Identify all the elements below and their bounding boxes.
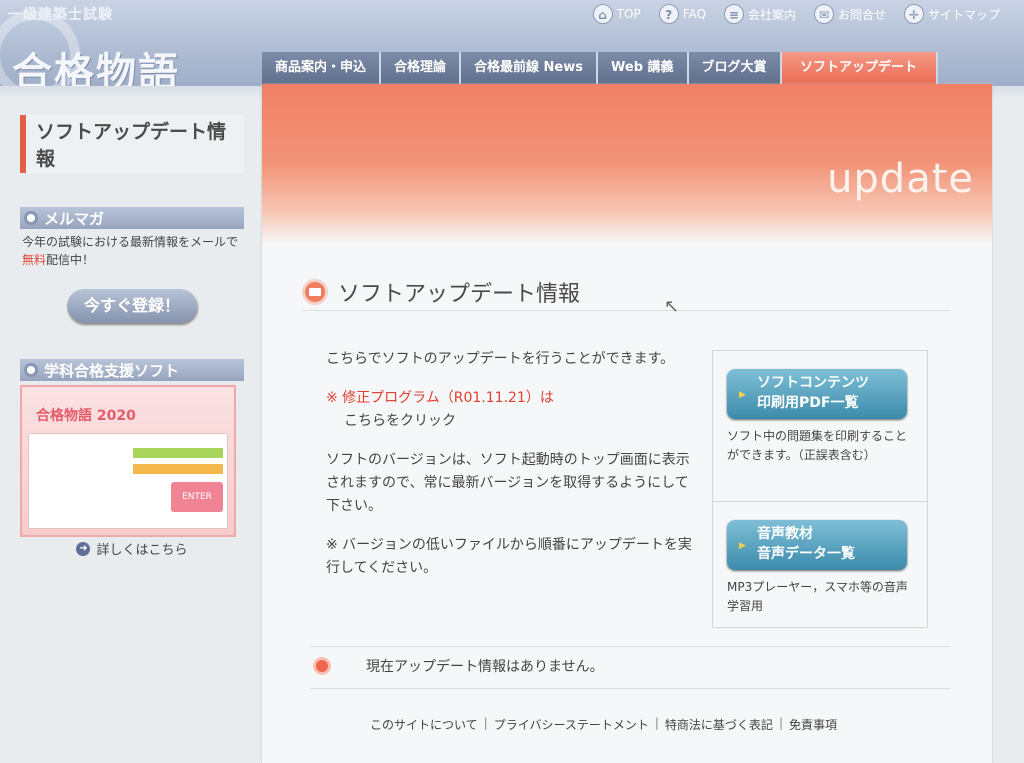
fix-program-link[interactable]: こちらをクリック [326, 413, 456, 429]
support-block: 学科合格支援ソフト 合格物語 2020 ENTER ➜ 詳しくはこちら [20, 359, 244, 558]
top-nav-contact[interactable]: ✉ お問合せ [813, 4, 886, 24]
top-nav-label: 会社案内 [747, 7, 796, 22]
details-link[interactable]: ➜ 詳しくはこちら [20, 539, 244, 558]
arrow-right-icon: ➜ [76, 541, 91, 556]
page-title: ソフトアップデート情報 [302, 276, 580, 308]
download-box: ソフトコンテンツ 印刷用PDF一覧 ソフト中の問題集を印刷することができます。（… [712, 350, 928, 628]
update-text: こちらでソフトのアップデートを行うことができます。 ※ 修正プログラム（R01.… [326, 348, 696, 596]
question-icon: ? [658, 4, 679, 24]
bullet-circle-icon [24, 211, 38, 225]
sitemap-icon: ✛ [903, 4, 924, 24]
footer-links: このサイトについて | プライバシーステートメント | 特商法に基づく表記 | … [370, 716, 837, 733]
mailmag-text-free: 無料 [22, 253, 47, 267]
update-status: 現在アップデート情報はありません。 [316, 656, 604, 676]
footer-link-privacy[interactable]: プライバシーステートメント [494, 716, 649, 733]
top-nav-label: お問合せ [837, 7, 886, 22]
mail-icon: ✉ [813, 4, 834, 24]
mouse-cursor-icon: ↖ [664, 296, 680, 317]
footer-separator: | [483, 716, 488, 730]
tab-theory[interactable]: 合格理論 [381, 52, 462, 84]
software-promo-image[interactable]: 合格物語 2020 ENTER [20, 385, 236, 537]
folder-icon [302, 279, 328, 305]
tab-products[interactable]: 商品案内・申込 [262, 52, 382, 84]
tab-software-update[interactable]: ソフトアップデート [781, 52, 938, 84]
audio-button-line1: 音声教材 [757, 526, 813, 542]
promo-panel: ENTER [28, 433, 228, 529]
top-nav-sitemap[interactable]: ✛ サイトマップ [903, 4, 1000, 24]
footer-separator: | [778, 716, 783, 730]
top-nav-company[interactable]: ≡ 会社案内 [723, 4, 796, 24]
order-text: ※ バージョンの低いファイルから順番にアップデートを実行してください。 [326, 537, 692, 576]
status-dot-icon [316, 660, 328, 672]
mailmag-text-before: 今年の試験における最新情報をメールで [22, 235, 239, 249]
mailmag-block: メルマガ 今年の試験における最新情報をメールで無料配信中！ 今すぐ登録！ [20, 207, 244, 323]
divider [302, 310, 950, 311]
tab-news[interactable]: 合格最前線 News [461, 52, 599, 84]
mailmag-text: 今年の試験における最新情報をメールで無料配信中！ [20, 229, 244, 273]
sidebar-heading: ソフトアップデート情報 [20, 115, 244, 173]
top-nav: ⌂ TOP ? FAQ ≡ 会社案内 ✉ お問合せ ✛ サイトマップ [592, 4, 1000, 24]
pdf-button-line1: ソフトコンテンツ [757, 375, 869, 391]
promo-title: 合格物語 2020 [36, 408, 136, 424]
page-title-text: ソフトアップデート情報 [338, 282, 581, 307]
support-title: 学科合格支援ソフト [20, 359, 244, 381]
audio-description: MP3プレーヤー，スマホ等の音声学習用 [727, 580, 908, 613]
site-subtitle: 一級建築士試験 [8, 7, 113, 23]
tab-blog[interactable]: ブログ大賞 [688, 52, 782, 84]
top-nav-label: サイトマップ [927, 7, 1000, 22]
site-logo[interactable]: 合格物語 [12, 40, 180, 98]
details-link-label: 詳しくはこちら [96, 543, 188, 558]
pdf-list-button[interactable]: ソフトコンテンツ 印刷用PDF一覧 [727, 369, 907, 419]
footer-link-about[interactable]: このサイトについて [370, 716, 478, 733]
top-nav-label: FAQ [682, 7, 706, 21]
pdf-button-line2: 印刷用PDF一覧 [757, 395, 859, 411]
main-nav: 商品案内・申込 合格理論 合格最前線 News Web 講義 ブログ大賞 ソフト… [262, 52, 938, 84]
footer-separator: | [654, 716, 659, 730]
status-text: 現在アップデート情報はありません。 [366, 659, 604, 675]
footer-link-disclaimer[interactable]: 免責事項 [789, 716, 837, 733]
fix-notice: ※ 修正プログラム（R01.11.21）は こちらをクリック [326, 387, 696, 433]
divider [310, 688, 950, 689]
pdf-section: ソフトコンテンツ 印刷用PDF一覧 ソフト中の問題集を印刷することができます。（… [713, 351, 927, 501]
intro-text: こちらでソフトのアップデートを行うことができます。 [326, 351, 675, 367]
mailmag-title: メルマガ [20, 207, 244, 229]
company-icon: ≡ [723, 4, 744, 24]
audio-list-button[interactable]: 音声教材 音声データ一覧 [727, 520, 907, 570]
audio-button-line2: 音声データ一覧 [757, 546, 855, 562]
fix-notice-text: ※ 修正プログラム（R01.11.21）は [326, 390, 554, 406]
banner-text: update [827, 156, 974, 202]
update-banner: update [262, 84, 992, 244]
version-text: ソフトのバージョンは、ソフト起動時のトップ画面に表示されますので、常に最新バージ… [326, 452, 690, 514]
sidebar: ソフトアップデート情報 メルマガ 今年の試験における最新情報をメールで無料配信中… [20, 115, 244, 558]
footer-link-commerce[interactable]: 特商法に基づく表記 [665, 716, 773, 733]
home-icon: ⌂ [592, 4, 613, 24]
promo-enter: ENTER [171, 482, 223, 512]
promo-bar-orange [133, 464, 223, 474]
tab-web-lecture[interactable]: Web 講義 [598, 52, 689, 84]
mailmag-title-text: メルマガ [44, 209, 105, 228]
support-title-text: 学科合格支援ソフト [44, 361, 180, 380]
pdf-description: ソフト中の問題集を印刷することができます。（正誤表含む） [727, 429, 908, 462]
top-nav-top[interactable]: ⌂ TOP [592, 4, 641, 24]
top-nav-faq[interactable]: ? FAQ [658, 4, 706, 24]
divider [310, 646, 950, 647]
audio-section: 音声教材 音声データ一覧 MP3プレーヤー，スマホ等の音声学習用 [713, 501, 927, 628]
top-nav-label: TOP [616, 7, 641, 21]
bullet-circle-icon [24, 363, 38, 377]
register-button[interactable]: 今すぐ登録！ [67, 289, 197, 323]
promo-bar-green [133, 448, 223, 458]
mailmag-text-after: 配信中！ [46, 253, 95, 267]
main-content: update ソフトアップデート情報 こちらでソフトのアップデートを行うことがで… [262, 84, 992, 763]
